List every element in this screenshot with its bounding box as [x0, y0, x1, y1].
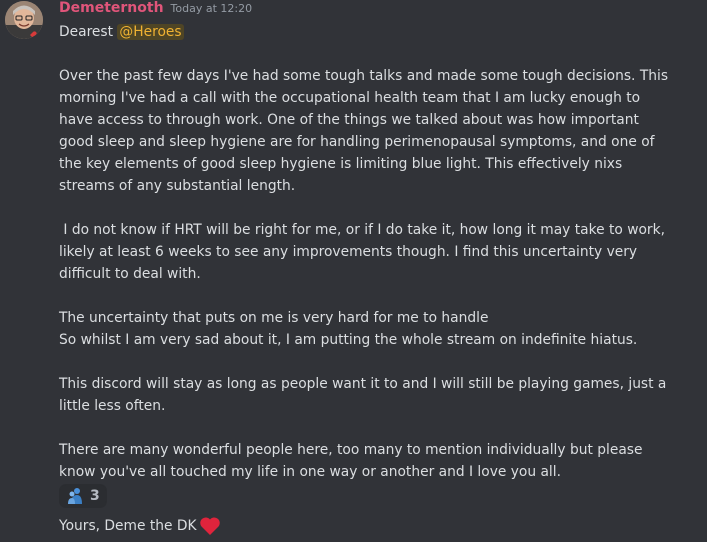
message-header: Demeternoth Today at 12:20: [59, 0, 252, 18]
message-line: streams of any substantial length.: [59, 178, 296, 194]
message-line: little less often.: [59, 398, 166, 414]
avatar[interactable]: [5, 1, 43, 39]
signoff-line: Yours, Deme the DK: [59, 514, 221, 538]
greeting-line: Dearest @Heroes: [59, 21, 699, 43]
message-line: likely at least 6 weeks to see any impro…: [59, 244, 638, 260]
role-mention[interactable]: @Heroes: [117, 24, 184, 40]
chat-message: Demeternoth Today at 12:20 Dearest @Hero…: [0, 0, 707, 542]
message-line: The uncertainty that puts on me is very …: [59, 310, 489, 326]
message-line: the key elements of good sleep hygiene i…: [59, 156, 623, 172]
message-line: have access to through work. One of the …: [59, 112, 639, 128]
reaction-count: 3: [90, 488, 100, 504]
avatar-image: [5, 1, 43, 39]
message-line: Over the past few days I've had some tou…: [59, 68, 669, 84]
message-line: morning I've had a call with the occupat…: [59, 90, 641, 106]
signoff-text: Yours, Deme the DK: [59, 518, 197, 534]
message-line: difficult to deal with.: [59, 266, 201, 282]
message-paragraph: This discord will stay as long as people…: [59, 373, 699, 417]
message-line: This discord will stay as long as people…: [59, 376, 667, 392]
reaction-pill[interactable]: 3: [59, 484, 107, 508]
message-line: good sleep and sleep hygiene are for han…: [59, 134, 655, 150]
message-line: know you've all touched my life in one w…: [59, 464, 561, 480]
heart-icon: [199, 516, 221, 536]
message-line: So whilst I am very sad about it, I am p…: [59, 332, 638, 348]
timestamp[interactable]: Today at 12:20: [171, 2, 253, 15]
message-content: Dearest @Heroes Over the past few days I…: [59, 21, 699, 483]
message-line: There are many wonderful people here, to…: [59, 442, 643, 458]
message-paragraph: Over the past few days I've had some tou…: [59, 65, 699, 197]
message-paragraph: I do not know if HRT will be right for m…: [59, 219, 699, 285]
message-line: I do not know if HRT will be right for m…: [59, 222, 665, 238]
message-paragraph: There are many wonderful people here, to…: [59, 439, 699, 483]
greeting-text: Dearest: [59, 24, 118, 40]
username[interactable]: Demeternoth: [59, 0, 164, 16]
hugging-person-emoji-icon: [68, 488, 82, 504]
reaction-bar: 3: [59, 484, 107, 508]
message-body: Over the past few days I've had some tou…: [59, 65, 699, 483]
message-paragraph: The uncertainty that puts on me is very …: [59, 307, 699, 351]
